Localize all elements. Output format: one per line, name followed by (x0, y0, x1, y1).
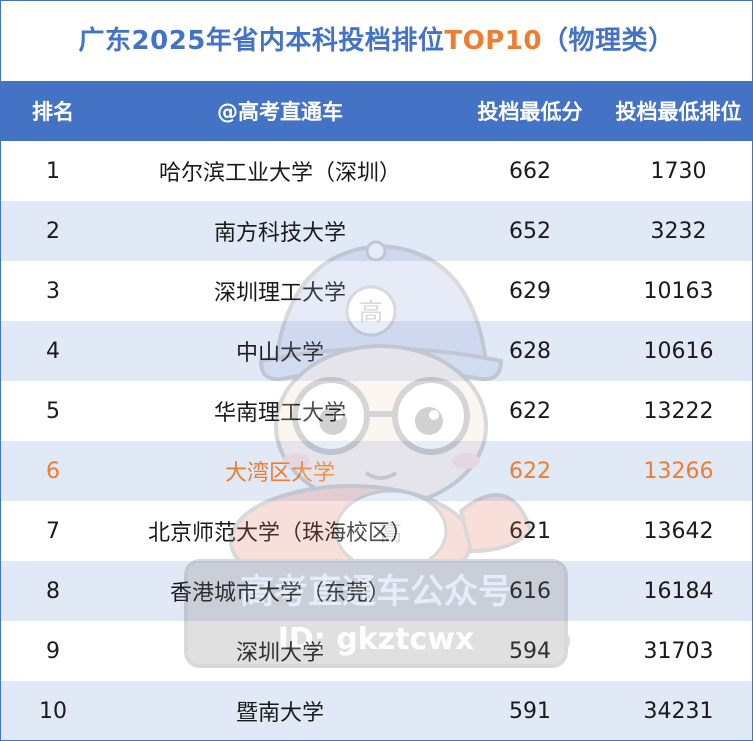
cell-position: 10616 (605, 321, 752, 381)
table-row: 10 暨南大学 591 34231 (1, 681, 752, 740)
cell-school: 香港城市大学（东莞） (105, 561, 455, 621)
cell-rank: 1 (1, 141, 105, 201)
cell-score: 594 (455, 621, 605, 681)
cell-position: 34231 (605, 681, 752, 740)
cell-position: 13222 (605, 381, 752, 441)
cell-score: 628 (455, 321, 605, 381)
table-row: 7 北京师范大学（珠海校区） 621 13642 (1, 501, 752, 561)
cell-school: 深圳大学 (105, 621, 455, 681)
cell-score: 652 (455, 201, 605, 261)
table-row: 8 香港城市大学（东莞） 616 16184 (1, 561, 752, 621)
table-row: 6 大湾区大学 622 13266 (1, 441, 752, 501)
cell-rank: 5 (1, 381, 105, 441)
cell-school: 大湾区大学 (105, 441, 455, 501)
cell-position: 1730 (605, 141, 752, 201)
cell-score: 629 (455, 261, 605, 321)
cell-position: 10163 (605, 261, 752, 321)
table-header-row: 排名 @高考直通车 投档最低分 投档最低排位 (1, 81, 752, 141)
cell-rank: 10 (1, 681, 105, 740)
cell-rank: 7 (1, 501, 105, 561)
cell-rank: 8 (1, 561, 105, 621)
cell-rank: 9 (1, 621, 105, 681)
cell-school: 北京师范大学（珠海校区） (105, 501, 455, 561)
cell-score: 622 (455, 381, 605, 441)
cell-position: 31703 (605, 621, 752, 681)
cell-rank: 4 (1, 321, 105, 381)
column-header-rank: 排名 (1, 81, 105, 141)
cell-school: 中山大学 (105, 321, 455, 381)
cell-rank: 2 (1, 201, 105, 261)
cell-position: 16184 (605, 561, 752, 621)
table-row: 9 深圳大学 594 31703 (1, 621, 752, 681)
table-row: 5 华南理工大学 622 13222 (1, 381, 752, 441)
table-row: 3 深圳理工大学 629 10163 (1, 261, 752, 321)
table-row: 2 南方科技大学 652 3232 (1, 201, 752, 261)
cell-score: 591 (455, 681, 605, 740)
ranking-card: 广东2025年省内本科投档排位TOP10（物理类） 排名 @高考直通车 投档最低… (0, 0, 753, 741)
title-suffix: （物理类） (541, 26, 675, 56)
cell-score: 662 (455, 141, 605, 201)
cell-position: 13266 (605, 441, 752, 501)
cell-position: 13642 (605, 501, 752, 561)
cell-school: 暨南大学 (105, 681, 455, 740)
cell-rank: 6 (1, 441, 105, 501)
page-title: 广东2025年省内本科投档排位TOP10（物理类） (1, 1, 752, 81)
title-main: 广东2025年省内本科投档排位 (78, 26, 445, 56)
cell-school: 深圳理工大学 (105, 261, 455, 321)
cell-score: 621 (455, 501, 605, 561)
ranking-table: 排名 @高考直通车 投档最低分 投档最低排位 1 哈尔滨工业大学（深圳） 662 17… (1, 81, 752, 740)
column-header-score: 投档最低分 (455, 81, 605, 141)
cell-score: 616 (455, 561, 605, 621)
cell-score: 622 (455, 441, 605, 501)
column-header-school: @高考直通车 (105, 81, 455, 141)
cell-position: 3232 (605, 201, 752, 261)
cell-school: 南方科技大学 (105, 201, 455, 261)
cell-school: 华南理工大学 (105, 381, 455, 441)
title-accent: TOP10 (444, 26, 542, 56)
table-row: 4 中山大学 628 10616 (1, 321, 752, 381)
table-row: 1 哈尔滨工业大学（深圳） 662 1730 (1, 141, 752, 201)
column-header-position: 投档最低排位 (605, 81, 752, 141)
cell-school: 哈尔滨工业大学（深圳） (105, 141, 455, 201)
cell-rank: 3 (1, 261, 105, 321)
